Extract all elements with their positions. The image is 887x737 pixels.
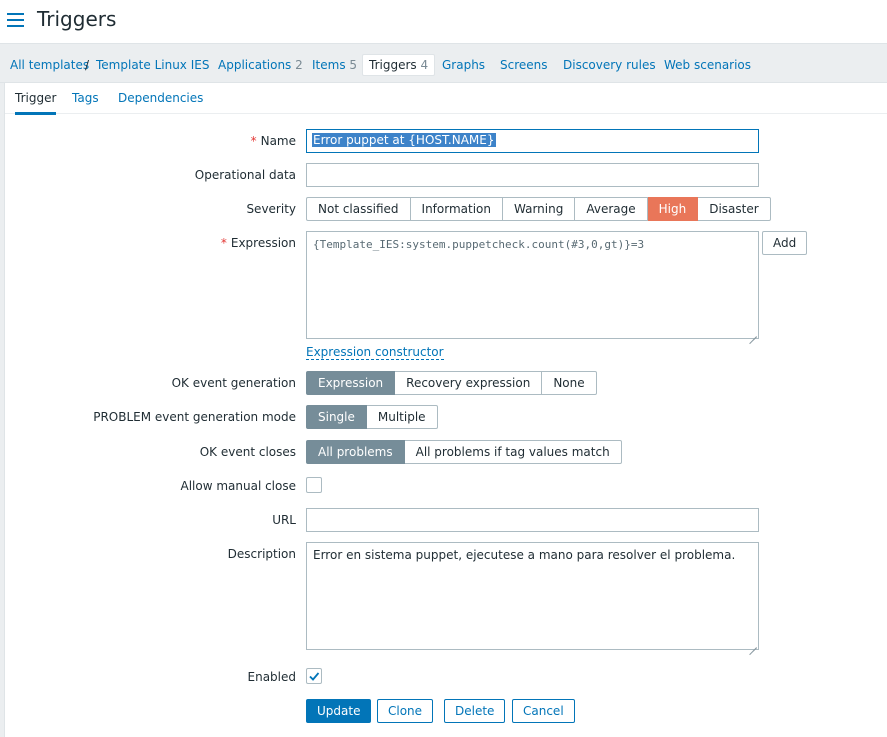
expression-constructor-link[interactable]: Expression constructor	[306, 346, 444, 360]
problem-mode-label: PROBLEM event generation mode	[93, 410, 296, 424]
name-input-value: Error puppet at {HOST.NAME}	[312, 133, 496, 147]
severity-not-classified[interactable]: Not classified	[306, 197, 411, 221]
subtab-tags[interactable]: Tags	[72, 91, 99, 105]
ok-event-generation-selector: Expression Recovery expression None	[306, 371, 597, 395]
tab-items-label: Items	[312, 58, 346, 72]
expression-add-button[interactable]: Add	[762, 231, 808, 255]
severity-label: Severity	[246, 202, 296, 216]
severity-selector: Not classified Information Warning Avera…	[306, 197, 771, 221]
ok-closes-tag-match[interactable]: All problems if tag values match	[404, 440, 622, 464]
ok-event-expression[interactable]: Expression	[306, 371, 396, 395]
subtab-trigger[interactable]: Trigger	[15, 91, 57, 115]
tab-triggers[interactable]: Triggers 4	[362, 54, 436, 76]
url-label: URL	[272, 513, 296, 527]
problem-mode-single[interactable]: Single	[306, 405, 367, 429]
subtab-dependencies[interactable]: Dependencies	[118, 91, 203, 105]
name-input[interactable]: Error puppet at {HOST.NAME}	[306, 129, 759, 153]
severity-disaster[interactable]: Disaster	[698, 197, 771, 221]
form-subtabs: Trigger Tags Dependencies	[5, 83, 887, 115]
problem-mode-multiple[interactable]: Multiple	[366, 405, 438, 429]
enabled-checkbox[interactable]	[306, 668, 322, 684]
description-value: Error en sistema puppet, ejecutese a man…	[313, 548, 736, 562]
tab-applications-label: Applications	[218, 58, 292, 72]
tab-items[interactable]: Items 5	[312, 58, 357, 72]
tab-discovery-rules[interactable]: Discovery rules	[563, 58, 656, 72]
tab-applications-count: 2	[295, 58, 303, 72]
expression-textarea[interactable]: {Template_IES:system.puppetcheck.count(#…	[306, 231, 759, 339]
tab-screens[interactable]: Screens	[500, 58, 548, 72]
allow-manual-close-label: Allow manual close	[180, 479, 296, 493]
ok-event-recovery-expression[interactable]: Recovery expression	[395, 371, 543, 395]
operational-data-label: Operational data	[194, 168, 296, 182]
resize-handle-icon[interactable]	[749, 640, 757, 648]
description-label: Description	[227, 547, 296, 561]
breadcrumb-all-templates[interactable]: All templates	[10, 58, 89, 72]
severity-warning[interactable]: Warning	[503, 197, 576, 221]
operational-data-input[interactable]	[306, 163, 759, 187]
tab-triggers-count: 4	[420, 58, 429, 72]
breadcrumb: All templates / Template Linux IES Appli…	[0, 43, 887, 83]
ok-event-closes-selector: All problems All problems if tag values …	[306, 440, 622, 464]
enabled-label: Enabled	[247, 670, 297, 684]
severity-information[interactable]: Information	[410, 197, 503, 221]
required-marker: *	[250, 134, 257, 148]
page-header: Triggers	[0, 0, 887, 43]
url-input[interactable]	[306, 508, 759, 532]
breadcrumb-template[interactable]: Template Linux IES	[96, 58, 209, 72]
tab-applications[interactable]: Applications 2	[218, 58, 303, 72]
ok-event-closes-label: OK event closes	[199, 445, 296, 459]
clone-button[interactable]: Clone	[377, 699, 434, 723]
delete-button[interactable]: Delete	[444, 699, 506, 723]
ok-closes-all-problems[interactable]: All problems	[306, 440, 405, 464]
tab-graphs[interactable]: Graphs	[442, 58, 485, 72]
page-title: Triggers	[37, 7, 117, 31]
tab-triggers-label: Triggers	[369, 58, 417, 72]
expression-label: * Expression	[0, 236, 296, 250]
ok-event-generation-label: OK event generation	[171, 376, 296, 390]
hamburger-menu-icon[interactable]	[7, 13, 24, 27]
checkmark-icon	[309, 672, 320, 681]
required-marker: *	[220, 236, 227, 250]
expression-label-text: Expression	[230, 236, 296, 250]
name-label-text: Name	[260, 134, 296, 148]
tab-items-count: 5	[349, 58, 358, 72]
tab-web-scenarios[interactable]: Web scenarios	[664, 58, 751, 72]
severity-average[interactable]: Average	[575, 197, 648, 221]
resize-handle-icon[interactable]	[749, 329, 757, 337]
description-textarea[interactable]: Error en sistema puppet, ejecutese a man…	[306, 542, 759, 650]
problem-mode-selector: Single Multiple	[306, 405, 438, 429]
update-button[interactable]: Update	[306, 699, 372, 723]
cancel-button[interactable]: Cancel	[512, 699, 575, 723]
severity-high[interactable]: High	[647, 197, 699, 221]
allow-manual-close-checkbox[interactable]	[306, 477, 322, 493]
name-label: * Name	[0, 134, 296, 148]
expression-value: {Template_IES:system.puppetcheck.count(#…	[313, 238, 645, 251]
breadcrumb-separator: /	[85, 58, 90, 72]
ok-event-none[interactable]: None	[542, 371, 597, 395]
